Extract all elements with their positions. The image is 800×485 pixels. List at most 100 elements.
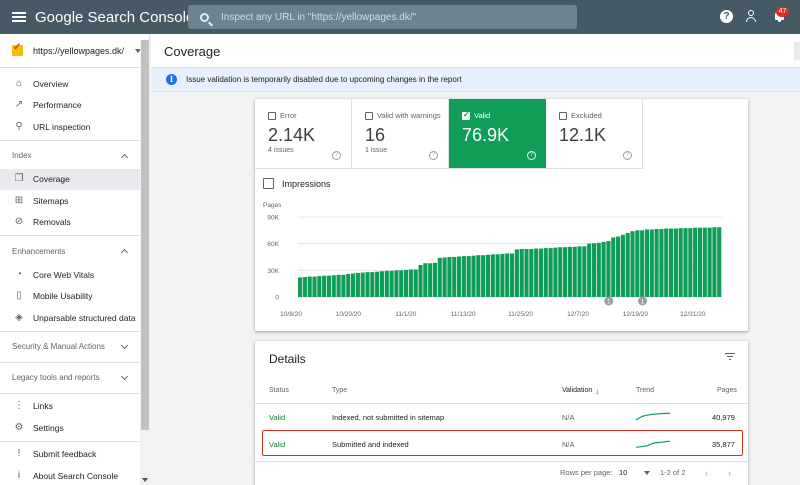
impressions-checkbox[interactable]	[263, 178, 274, 189]
tile-value: 76.9K	[462, 125, 510, 145]
chart-bar	[606, 241, 611, 297]
rows-per-page-select[interactable]: 10	[619, 468, 627, 477]
prev-page-icon[interactable]: ‹	[705, 468, 708, 478]
help-icon[interactable]: ?	[720, 10, 733, 23]
sidebar-item-label: URL inspection	[33, 121, 91, 132]
help-icon[interactable]: ?	[623, 151, 632, 160]
file-copy-icon: ❐	[14, 173, 24, 185]
section-enhancements[interactable]: Enhancements	[0, 238, 149, 264]
chart-bar	[548, 248, 553, 297]
help-icon[interactable]: ?	[429, 151, 438, 160]
sidebar-item-label: Performance	[33, 100, 82, 111]
help-icon[interactable]: ?	[332, 151, 341, 160]
filter-icon[interactable]	[725, 353, 735, 361]
chart-bar	[514, 249, 519, 297]
chart-bar	[331, 275, 336, 297]
chart-bar	[423, 263, 428, 297]
section-legacy-tools[interactable]: Legacy tools and reports	[0, 365, 149, 391]
chart-bar	[341, 274, 346, 297]
header-trend: Trend	[636, 387, 655, 394]
tile-error[interactable]: Error 2.14K 4 issues ?	[255, 99, 352, 169]
chart-bar	[500, 253, 505, 297]
header-type[interactable]: Type	[332, 387, 347, 394]
chevron-up-icon[interactable]	[120, 153, 129, 161]
status-tiles: Error 2.14K 4 issues ? Valid with warnin…	[255, 99, 645, 169]
chart-bar	[582, 246, 587, 297]
sidebar-item-settings[interactable]: ⚙ Settings	[0, 417, 149, 439]
section-security[interactable]: Security & Manual Actions	[0, 334, 149, 360]
chart-bar	[298, 277, 303, 297]
checkbox[interactable]	[268, 112, 276, 120]
chart-bar	[317, 276, 322, 297]
chart-bar	[697, 227, 703, 297]
chart-bar	[375, 271, 380, 297]
sidebar-item-performance[interactable]: ↗ Performance	[0, 95, 149, 117]
sidebar-item-about[interactable]: i About Search Console	[0, 465, 149, 485]
chart-bar	[336, 274, 341, 297]
chart-bar	[312, 276, 317, 297]
chart-bar	[543, 248, 548, 297]
sidebar-item-removals[interactable]: ⊘ Removals	[0, 212, 149, 234]
chart-bar	[596, 242, 601, 297]
sidebar-item-overview[interactable]: ⌂ Overview	[0, 73, 149, 95]
chevron-down-icon[interactable]	[644, 471, 650, 475]
chart-bar	[447, 257, 452, 297]
checkbox[interactable]	[365, 112, 373, 120]
sidebar-item-submit-feedback[interactable]: ! Submit feedback	[0, 444, 149, 466]
chart-bar	[635, 230, 640, 297]
sidebar-item-label: Sitemaps	[33, 195, 69, 206]
scrollbar-thumb[interactable]	[141, 40, 149, 430]
chart-bar	[616, 236, 621, 297]
manage-users-icon[interactable]	[745, 10, 759, 24]
chart-bar	[302, 277, 307, 297]
row-type: Indexed, not submitted in sitemap	[332, 413, 445, 422]
header-validation[interactable]: Validation	[562, 387, 592, 394]
menu-icon[interactable]	[12, 12, 26, 22]
sidebar-item-label: Submit feedback	[33, 449, 97, 460]
sort-arrow-down-icon[interactable]: ↓	[595, 386, 600, 396]
sidebar-item-unparsable-structured-data[interactable]: ◈ Unparsable structured data	[0, 307, 149, 329]
scroll-down-arrow-icon[interactable]	[142, 478, 148, 482]
sidebar-item-mobile-usability[interactable]: ▯ Mobile Usability	[0, 286, 149, 308]
impressions-toggle[interactable]: Impressions	[263, 178, 331, 189]
tile-value: 12.1K	[559, 125, 607, 145]
chart-bar	[702, 227, 707, 297]
sidebar-scrollbar[interactable]	[140, 40, 150, 485]
chevron-down-icon[interactable]	[120, 341, 129, 349]
sidebar-item-coverage[interactable]: ❐ Coverage	[0, 168, 149, 190]
chevron-down-icon[interactable]	[120, 372, 129, 380]
x-tick-label: 12/19/20	[623, 311, 649, 318]
sidebar-item-url-inspection[interactable]: ⚲ URL inspection	[0, 116, 149, 138]
table-row-highlighted[interactable]: Valid Submitted and indexed N/A 35,877	[262, 430, 743, 456]
chart-bar	[481, 255, 486, 297]
url-inspect-search[interactable]: Inspect any URL in "https://yellowpages.…	[188, 5, 577, 29]
header-status[interactable]: Status	[269, 387, 289, 394]
chevron-up-icon[interactable]	[120, 248, 129, 257]
coverage-bar-chart: Pages 90K 60K 30K 0 10/8/20 10/20/20 11/1/20 11/…	[263, 202, 722, 318]
property-selector[interactable]: https://yellowpages.dk/	[0, 34, 149, 68]
section-title: Legacy tools and reports	[12, 373, 100, 382]
y-tick-label: 30K	[267, 268, 279, 275]
app-title[interactable]: Google Search Console	[35, 9, 194, 26]
section-index[interactable]: Index	[0, 143, 149, 169]
chart-bar	[432, 262, 438, 297]
search-placeholder[interactable]: Inspect any URL in "https://yellowpages.…	[221, 12, 416, 23]
next-page-icon[interactable]: ›	[728, 468, 731, 478]
chart-bar	[678, 228, 683, 297]
tile-valid[interactable]: Valid 76.9K ?	[449, 99, 546, 169]
header-pages[interactable]: Pages	[717, 387, 737, 394]
table-row[interactable]: Valid Indexed, not submitted in sitemap …	[255, 403, 748, 429]
chart-bar	[659, 229, 664, 297]
checkbox-checked[interactable]	[462, 110, 470, 120]
sitemap-icon: ⊞	[14, 194, 24, 206]
help-icon[interactable]: ?	[527, 151, 536, 160]
checkbox[interactable]	[559, 112, 567, 120]
sparkline-path	[635, 440, 671, 448]
chart-bar	[630, 231, 635, 297]
sidebar-item-core-web-vitals[interactable]: ◔ Core Web Vitals	[0, 264, 149, 286]
tile-excluded[interactable]: Excluded 12.1K ?	[546, 99, 643, 169]
sidebar-item-links[interactable]: ⋮ Links	[0, 396, 149, 418]
tile-valid-with-warnings[interactable]: Valid with warnings 16 1 issue ?	[352, 99, 449, 169]
chart-bar	[567, 246, 572, 297]
sidebar-item-sitemaps[interactable]: ⊞ Sitemaps	[0, 190, 149, 212]
